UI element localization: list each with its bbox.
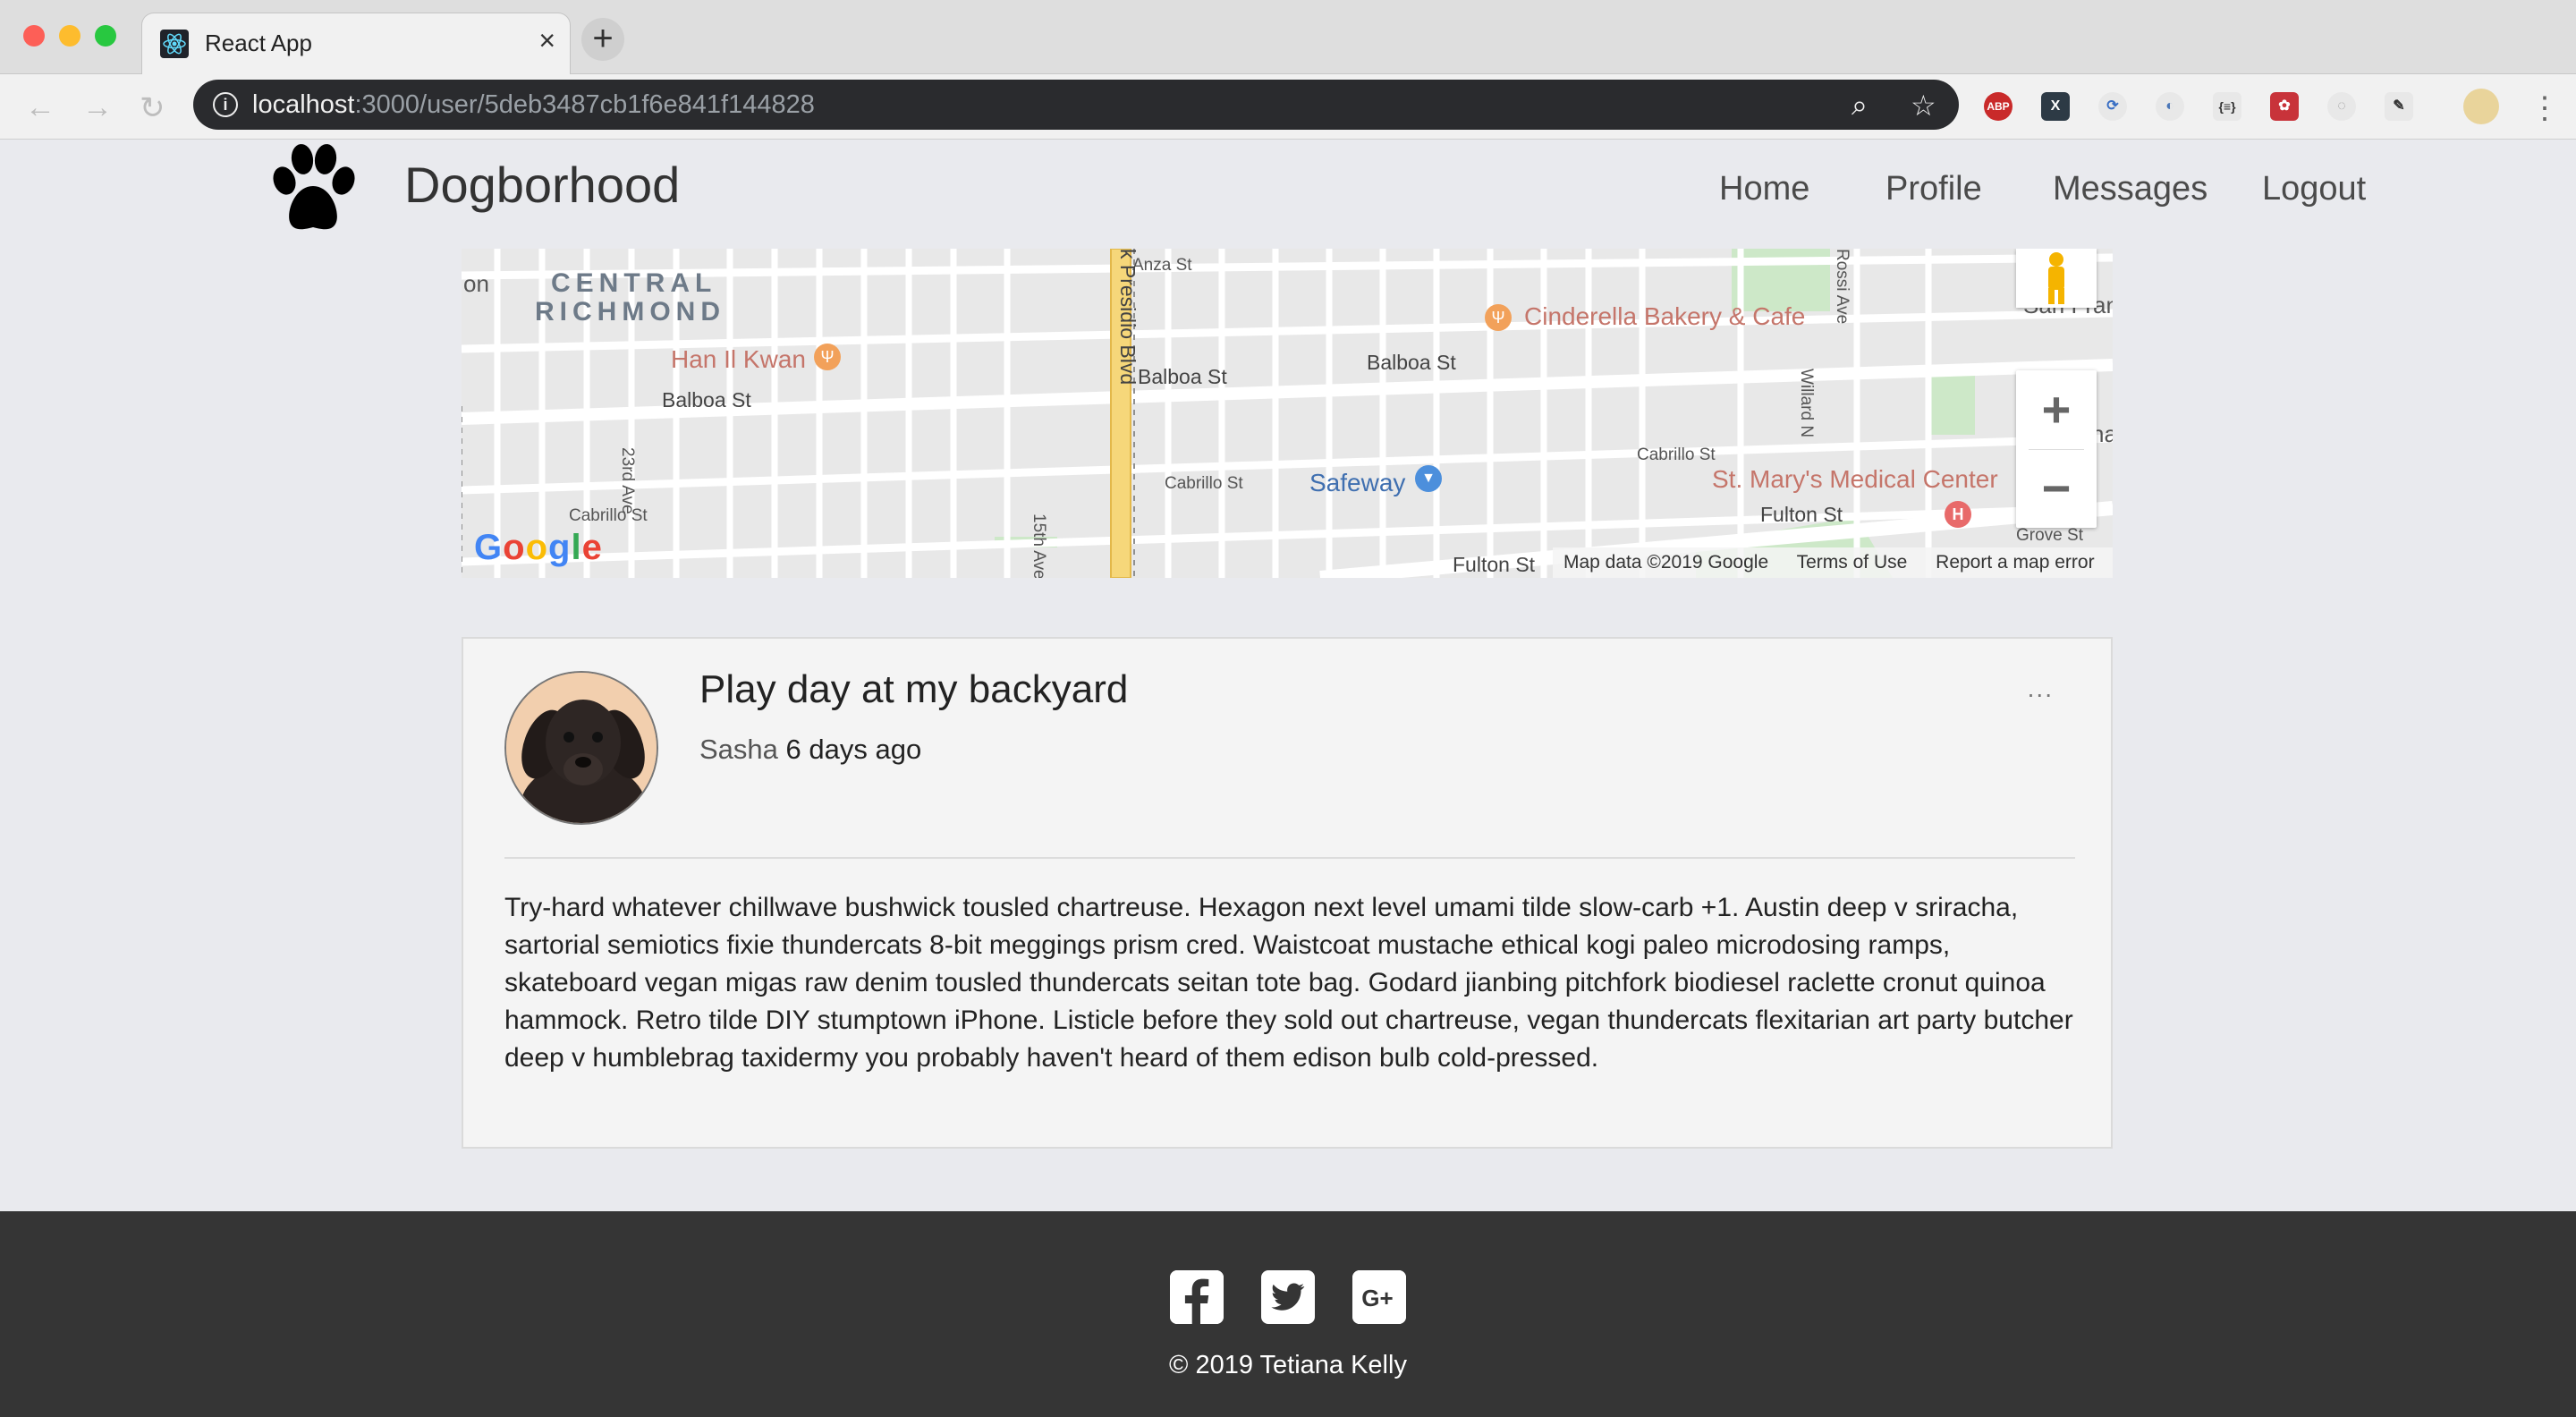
google-logo: Google bbox=[474, 528, 603, 567]
minimize-window-button[interactable] bbox=[59, 25, 80, 47]
brand-name[interactable]: Dogborhood bbox=[404, 156, 680, 214]
map-label-balboa-1: Balboa St bbox=[662, 388, 751, 412]
post-meta: Sasha 6 days ago bbox=[699, 734, 921, 766]
google-plus-icon[interactable]: G+ bbox=[1352, 1270, 1406, 1324]
nav-logout-link[interactable]: Logout bbox=[2262, 170, 2366, 208]
eyedropper-extension-icon[interactable]: ✎ bbox=[2385, 92, 2413, 121]
map-label-grove: Grove St bbox=[2016, 526, 2083, 545]
restaurant-pin-icon[interactable]: Ψ bbox=[814, 344, 841, 370]
map-label-cabrillo-2: Cabrillo St bbox=[1165, 474, 1243, 493]
svg-text:G+: G+ bbox=[1361, 1285, 1393, 1311]
twitter-icon[interactable] bbox=[1261, 1270, 1315, 1324]
map-label-presidio: k Presidio Blvd bbox=[1116, 249, 1140, 386]
bookmark-star-icon[interactable]: ☆ bbox=[1911, 89, 1936, 123]
back-arrow-icon[interactable]: ← bbox=[25, 90, 55, 125]
map-label-on: on bbox=[463, 270, 489, 297]
terms-of-use-link[interactable]: Terms of Use bbox=[1797, 552, 1908, 573]
map-poi-cinderella[interactable]: Cinderella Bakery & Cafe bbox=[1524, 302, 1805, 331]
map-label-fulton-2: Fulton St bbox=[1453, 553, 1536, 576]
map-label-willard: Willard N bbox=[1797, 369, 1816, 438]
map-label-15th-ave: 15th Ave bbox=[1030, 513, 1048, 578]
avatar[interactable] bbox=[504, 671, 658, 825]
post-options-icon[interactable]: ... bbox=[2028, 675, 2054, 703]
tab-title: React App bbox=[205, 30, 312, 56]
report-map-error-link[interactable]: Report a map error bbox=[1936, 552, 2094, 573]
new-tab-button[interactable]: + bbox=[581, 18, 624, 61]
map-poi-st-marys[interactable]: St. Mary's Medical Center bbox=[1712, 465, 1998, 494]
google-map[interactable]: on CENTRAL RICHMOND Balboa St Balboa St … bbox=[462, 249, 2113, 578]
json-extension-icon[interactable]: {≡} bbox=[2213, 92, 2241, 121]
map-label-balboa-3: Balboa St bbox=[1367, 351, 1456, 374]
zoom-magnifier-icon[interactable]: ⌕ bbox=[1852, 89, 1868, 123]
close-window-button[interactable] bbox=[23, 25, 45, 47]
post-body: Try-hard whatever chillwave bushwick tou… bbox=[504, 893, 2073, 1073]
map-zoom-controls: + − bbox=[2016, 370, 2097, 528]
nav-profile-link[interactable]: Profile bbox=[1885, 170, 1982, 208]
browser-menu-icon[interactable]: ⋮ bbox=[2529, 90, 2560, 126]
x-extension-icon[interactable]: X bbox=[2041, 92, 2070, 121]
map-label-23rd-ave: 23rd Ave bbox=[618, 447, 637, 514]
street-view-pegman-icon[interactable] bbox=[2016, 249, 2097, 308]
browser-tab-bar: React App × + bbox=[0, 0, 2576, 76]
map-data-text: Map data ©2019 Google bbox=[1563, 552, 1769, 573]
forward-arrow-icon[interactable]: → bbox=[82, 90, 113, 125]
post-title: Play day at my backyard bbox=[699, 667, 1129, 711]
map-label-richmond: RICHMOND bbox=[535, 297, 725, 327]
speed-extension-icon[interactable]: ⟳ bbox=[2098, 92, 2127, 121]
copyright-text: © 2019 Tetiana Kelly bbox=[1169, 1351, 1407, 1379]
url-text[interactable]: localhost:3000/user/5deb3487cb1f6e841f14… bbox=[252, 90, 815, 120]
reload-icon[interactable]: ↻ bbox=[140, 90, 165, 126]
map-label-central: CENTRAL bbox=[551, 268, 717, 298]
map-attribution: Map data ©2019 Google Terms of Use Repor… bbox=[1553, 547, 2113, 578]
map-poi-han-il-kwan[interactable]: Han Il Kwan bbox=[671, 345, 806, 374]
react-icon bbox=[160, 30, 189, 58]
post-card: Play day at my backyard Sasha 6 days ago… bbox=[462, 637, 2113, 1149]
adblock-extension-icon[interactable]: ABP bbox=[1984, 92, 2012, 121]
map-poi-safeway[interactable]: Safeway bbox=[1309, 469, 1405, 497]
map-label-fulton-1: Fulton St bbox=[1760, 503, 1843, 526]
post-divider bbox=[504, 857, 2075, 859]
flower-extension-icon[interactable]: ✿ bbox=[2270, 92, 2299, 121]
map-label-balboa-2: Balboa St bbox=[1138, 365, 1227, 388]
profile-avatar-icon[interactable] bbox=[2463, 89, 2499, 124]
zoom-window-button[interactable] bbox=[95, 25, 116, 47]
zoom-out-button[interactable]: − bbox=[2016, 449, 2097, 528]
address-bar[interactable]: i localhost:3000/user/5deb3487cb1f6e841f… bbox=[193, 80, 1959, 130]
hospital-pin-icon[interactable]: H bbox=[1945, 501, 1971, 528]
nav-home-link[interactable]: Home bbox=[1719, 170, 1809, 208]
circle-extension-icon[interactable]: ◐ bbox=[2156, 92, 2184, 121]
shopping-pin-icon[interactable]: ▼ bbox=[1415, 465, 1442, 492]
target-extension-icon[interactable]: ◌ bbox=[2327, 92, 2356, 121]
site-header: Dogborhood Home Profile Messages Logout bbox=[0, 140, 2576, 247]
facebook-icon[interactable] bbox=[1170, 1270, 1224, 1324]
bakery-pin-icon[interactable]: Ψ bbox=[1485, 304, 1512, 331]
browser-tab[interactable]: React App × bbox=[141, 13, 571, 76]
browser-toolbar: ← → ↻ i localhost:3000/user/5deb3487cb1f… bbox=[0, 74, 2576, 140]
zoom-in-button[interactable]: + bbox=[2016, 370, 2097, 449]
post-author[interactable]: Sasha bbox=[699, 734, 778, 765]
paw-logo-icon[interactable] bbox=[270, 140, 356, 238]
info-icon[interactable]: i bbox=[213, 92, 238, 117]
site-footer: G+ © 2019 Tetiana Kelly bbox=[0, 1211, 2576, 1417]
map-label-anza: Anza St bbox=[1132, 256, 1192, 275]
map-label-rossi: Rossi Ave bbox=[1833, 249, 1852, 325]
nav-messages-link[interactable]: Messages bbox=[2053, 170, 2207, 208]
map-label-cabrillo-3: Cabrillo St bbox=[1637, 445, 1716, 464]
close-tab-icon[interactable]: × bbox=[538, 26, 555, 55]
post-time: 6 days ago bbox=[785, 734, 922, 765]
